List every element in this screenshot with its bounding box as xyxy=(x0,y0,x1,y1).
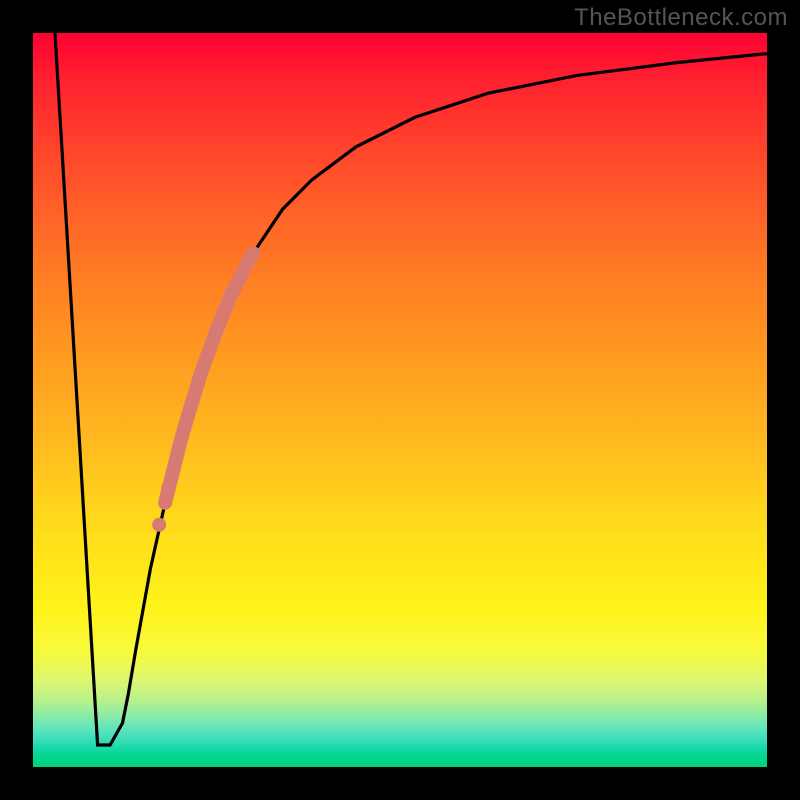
highlight-dot xyxy=(152,518,166,532)
highlight-band xyxy=(165,253,253,503)
watermark-text: TheBottleneck.com xyxy=(574,4,788,32)
chart-svg xyxy=(33,33,767,767)
plot-area xyxy=(33,33,767,767)
highlight-dot xyxy=(161,481,175,495)
chart-frame: TheBottleneck.com xyxy=(0,0,800,800)
highlight-dot xyxy=(166,466,180,480)
bottleneck-curve xyxy=(55,33,767,745)
